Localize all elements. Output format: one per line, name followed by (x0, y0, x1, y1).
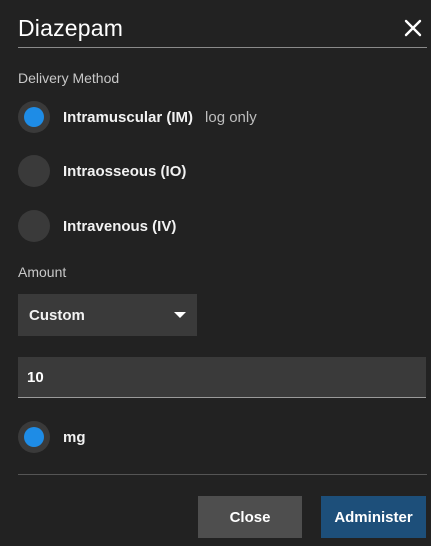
dialog-title: Diazepam (18, 15, 124, 41)
medication-dialog: Diazepam Delivery Method Intramuscular (… (0, 0, 431, 546)
amount-select[interactable]: Custom (18, 294, 197, 336)
delivery-option-label: Intravenous (IV) (63, 217, 177, 235)
caret-down-icon (174, 312, 186, 318)
footer-divider (18, 474, 427, 475)
amount-select-value: Custom (29, 306, 85, 324)
radio-checked-icon[interactable] (18, 421, 50, 453)
delivery-option-im[interactable]: Intramuscular (IM) log only (18, 101, 257, 133)
delivery-option-io[interactable]: Intraosseous (IO) (18, 155, 186, 187)
close-button[interactable]: Close (198, 496, 302, 538)
delivery-option-label: Intraosseous (IO) (63, 162, 187, 180)
administer-button[interactable]: Administer (321, 496, 426, 538)
delivery-option-label: Intramuscular (IM) (63, 108, 194, 126)
delivery-option-hint: log only (205, 108, 257, 126)
delivery-method-label: Delivery Method (18, 70, 120, 86)
radio-unchecked-icon[interactable] (18, 210, 50, 242)
amount-input[interactable] (18, 357, 426, 398)
title-divider (18, 47, 427, 48)
delivery-option-iv[interactable]: Intravenous (IV) (18, 210, 176, 242)
radio-unchecked-icon[interactable] (18, 155, 50, 187)
amount-label: Amount (18, 264, 67, 280)
close-icon[interactable] (399, 14, 427, 42)
unit-option-mg[interactable]: mg (18, 421, 86, 453)
unit-option-label: mg (63, 428, 86, 446)
radio-checked-icon[interactable] (18, 101, 50, 133)
